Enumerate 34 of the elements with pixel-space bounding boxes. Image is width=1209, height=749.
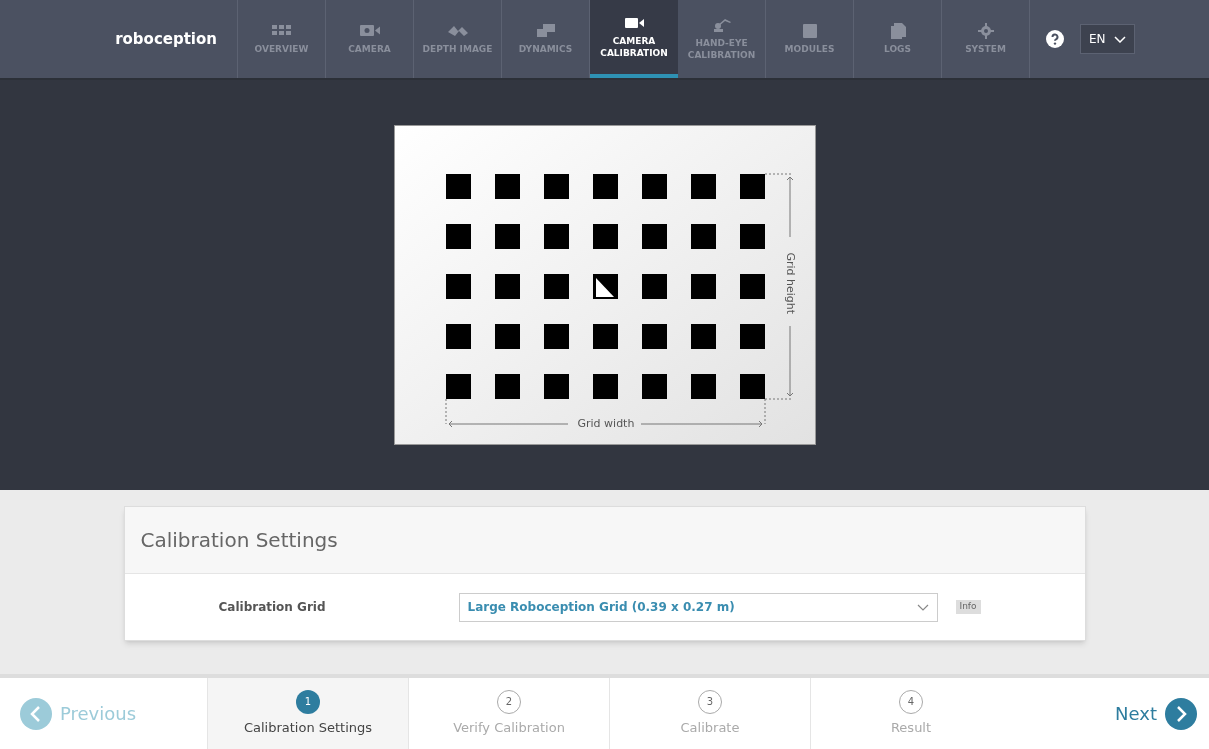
step-label: Verify Calibration — [453, 718, 565, 737]
language-dropdown[interactable]: EN — [1080, 24, 1135, 54]
step-number: 3 — [698, 689, 722, 714]
step-number: 1 — [296, 689, 320, 714]
nav-tab[interactable]: MODULES — [766, 0, 854, 78]
nav-tab[interactable]: CAMERA CALIBRATION — [590, 0, 678, 78]
nav-tab[interactable]: OVERVIEW — [238, 0, 326, 78]
chevron-down-icon — [1113, 35, 1126, 43]
step-label: Calibrate — [680, 718, 740, 737]
wizard-step[interactable]: 1 Calibration Settings — [207, 678, 408, 749]
chevron-right-icon — [1165, 697, 1197, 730]
video-camera-icon — [623, 15, 645, 31]
step-number: 2 — [497, 689, 521, 714]
step-number: 4 — [899, 689, 923, 714]
grid-select[interactable]: Large Roboception Grid (0.39 x 0.27 m) — [458, 592, 938, 622]
nav-tab[interactable]: SYSTEM — [942, 0, 1030, 78]
card-title: Calibration Settings — [140, 527, 338, 554]
field-label: Calibration Grid — [217, 599, 327, 616]
nav-tab[interactable]: CAMERA — [326, 0, 414, 78]
nav-tab[interactable]: HAND-EYE CALIBRATION — [678, 0, 766, 78]
step-label: Calibration Settings — [243, 718, 373, 737]
dimension-label: Grid height — [782, 251, 798, 317]
logo: roboception — [115, 28, 217, 50]
windows-icon — [534, 23, 557, 39]
step-label: Result — [890, 718, 932, 737]
nav-tab[interactable]: LOGS — [854, 0, 942, 78]
chevron-left-icon — [20, 697, 52, 730]
next-button[interactable]: Next — [1115, 697, 1197, 730]
camera-icon — [358, 23, 381, 39]
chevron-down-icon — [916, 603, 929, 611]
info-button[interactable]: Info — [955, 600, 981, 614]
nav-tab[interactable]: DEPTH IMAGE — [414, 0, 502, 78]
help-icon[interactable] — [1046, 30, 1064, 48]
dimension-label: Grid width — [577, 416, 635, 432]
